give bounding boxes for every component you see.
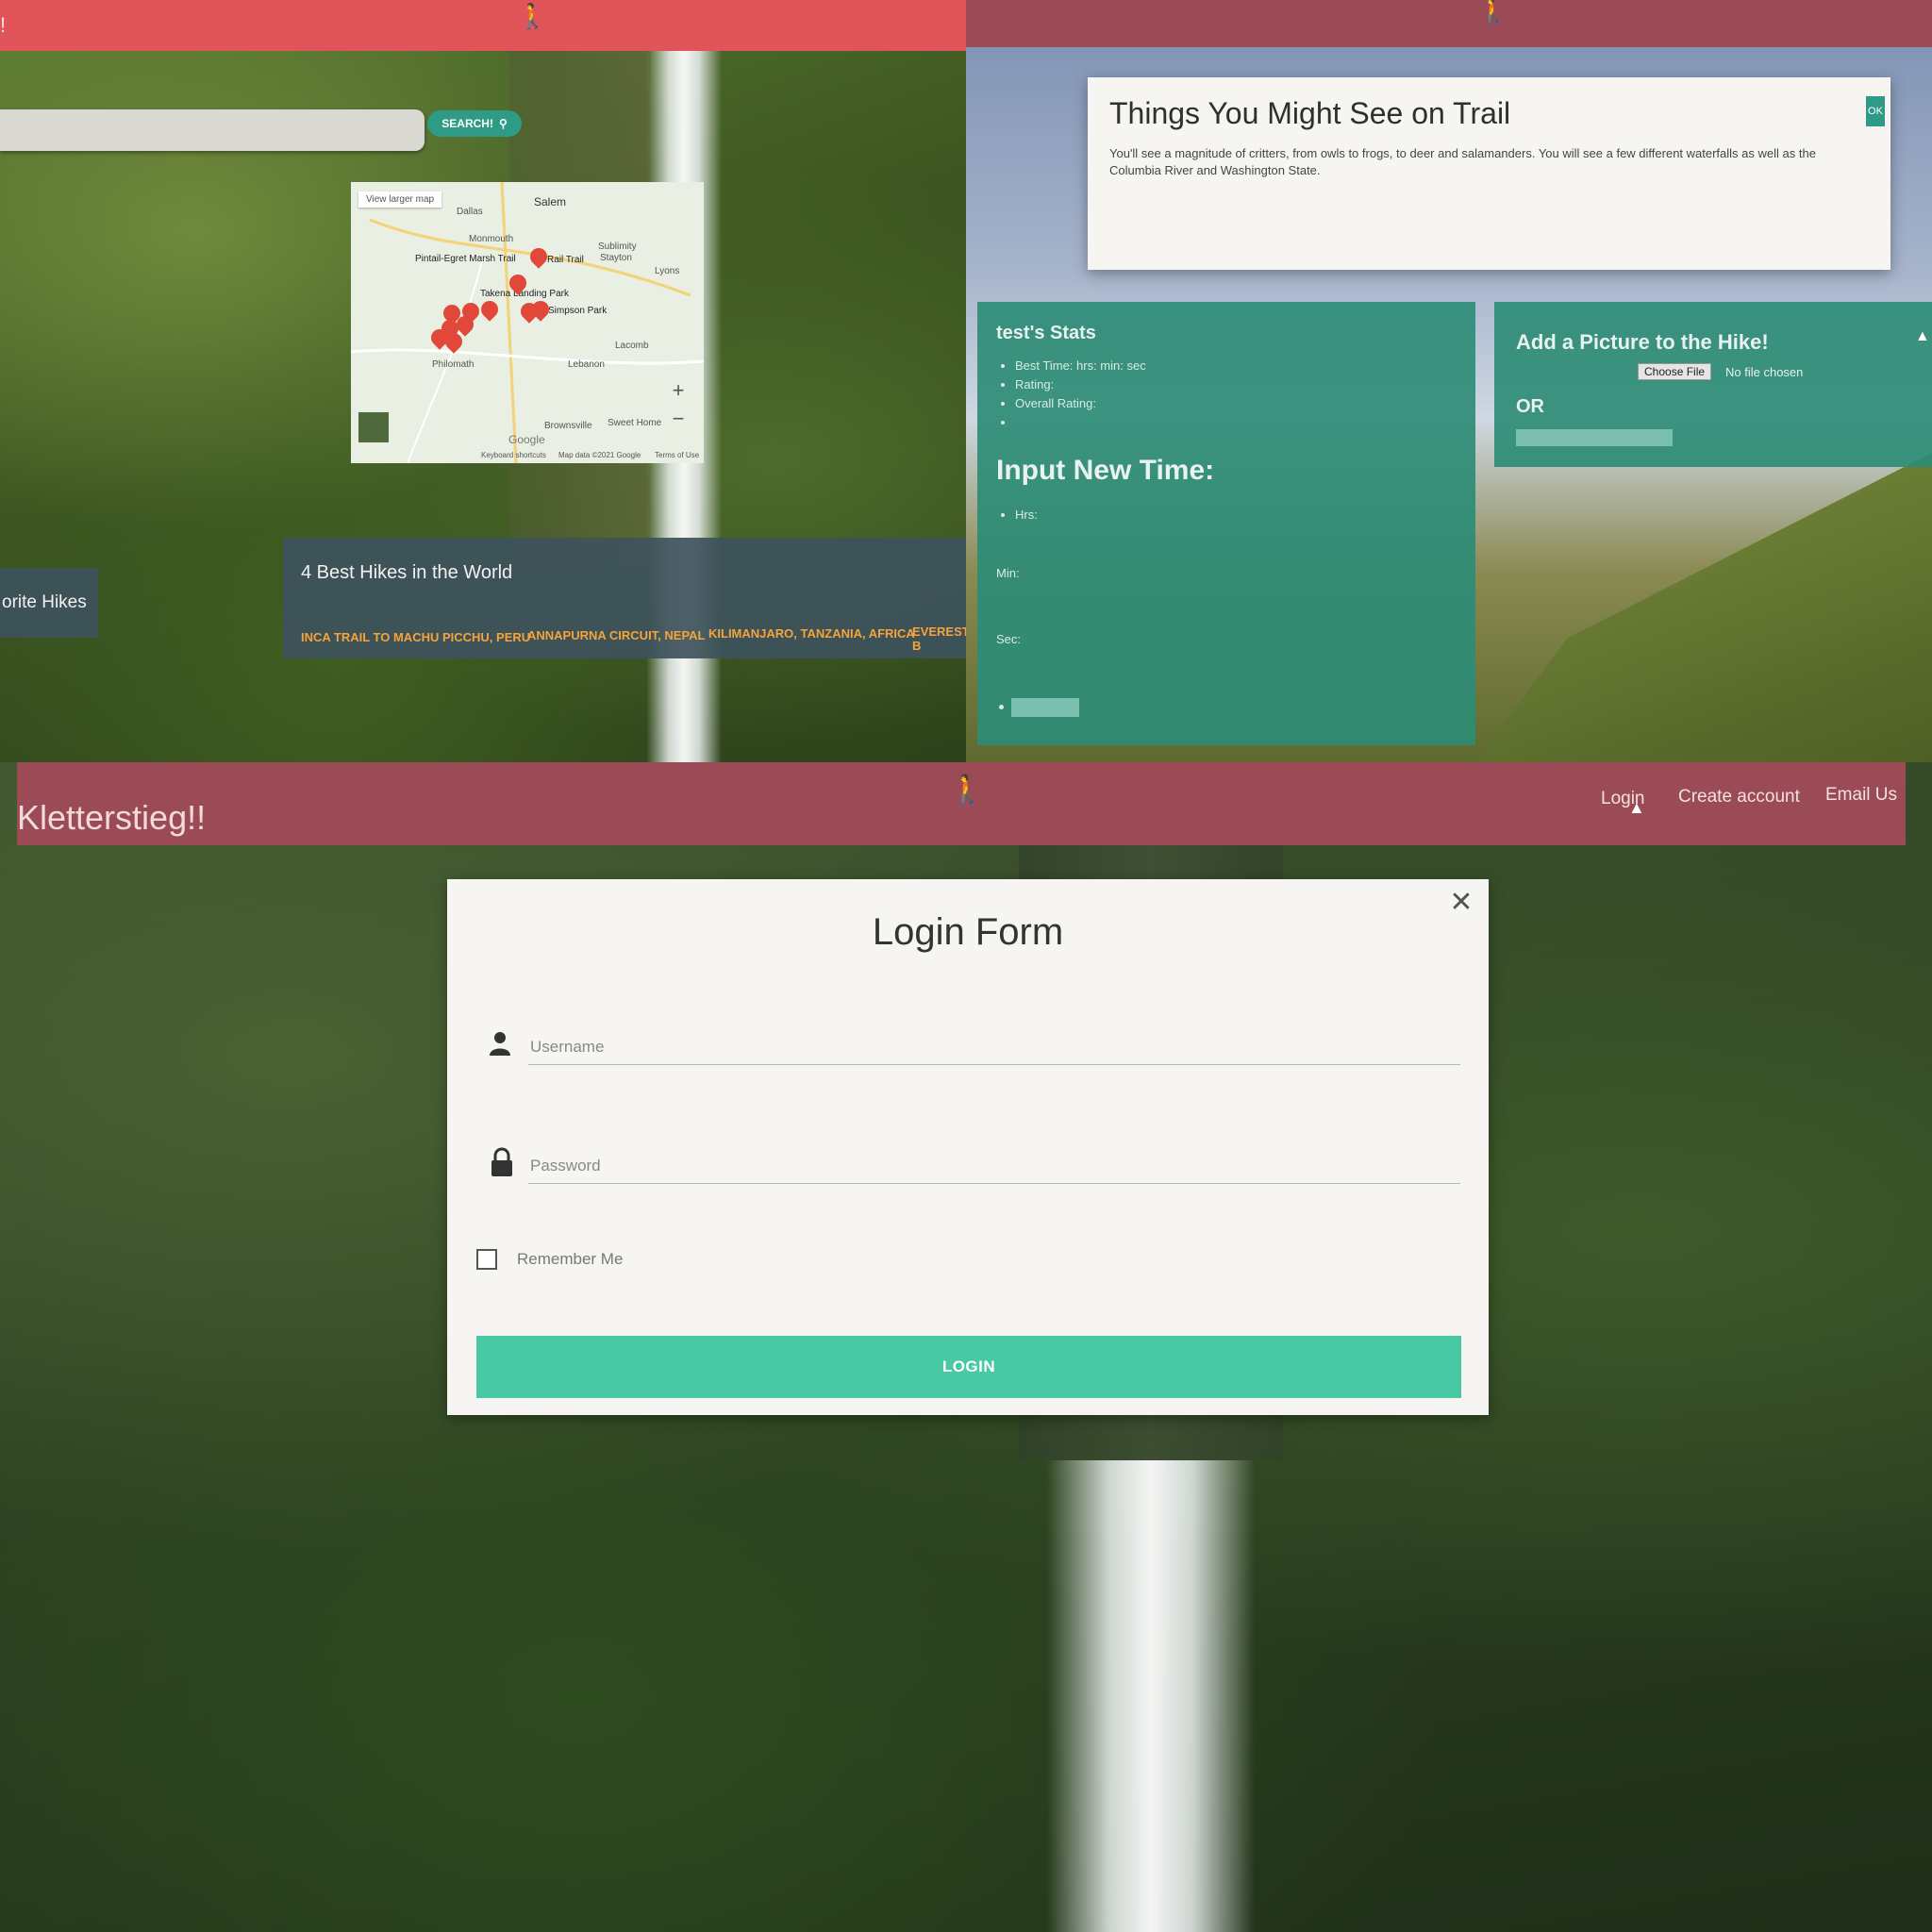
hiker-icon[interactable]: 🚶 — [1477, 0, 1507, 25]
remember-me-label: Remember Me — [517, 1250, 624, 1268]
panel-login: Kletterstieg!! 🚶 Login Create account Em… — [0, 762, 1932, 1932]
lock-icon — [491, 1147, 513, 1177]
brand-title[interactable]: Kletterstieg!! — [17, 798, 206, 838]
input-time-title: Input New Time: — [996, 455, 1215, 486]
map-label: Philomath — [432, 359, 475, 370]
stat-empty — [1015, 413, 1468, 432]
search-input[interactable] — [0, 109, 425, 151]
search-button[interactable]: SEARCH! ⚲ — [427, 110, 522, 137]
search-button-label: SEARCH! — [441, 117, 493, 130]
map-zoom-in[interactable]: + — [667, 380, 690, 403]
view-larger-map[interactable]: View larger map — [358, 192, 442, 208]
remember-me-checkbox[interactable] — [476, 1249, 497, 1270]
google-logo: Google — [508, 433, 545, 446]
stats-panel: test's Stats Best Time: hrs: min: sec Ra… — [977, 302, 1475, 745]
min-label: Min: — [996, 566, 1020, 580]
map-label: Stayton — [600, 253, 632, 263]
favorite-hikes-label: orite Hikes — [2, 592, 87, 612]
top-navbar: Kletterstieg!! 🚶 Login Create account Em… — [17, 762, 1906, 845]
username-input[interactable] — [528, 1030, 1460, 1065]
no-file-label: No file chosen — [1725, 365, 1804, 379]
map-zoom-out[interactable]: − — [667, 408, 690, 431]
map-label: Pintail-Egret Marsh Trail — [415, 254, 516, 264]
image-url-input[interactable] — [1516, 429, 1673, 446]
hiker-icon[interactable]: 🚶 — [517, 2, 547, 31]
add-picture-title: Add a Picture to the Hike! — [1516, 330, 1769, 354]
map-embed[interactable]: View larger map Salem Dallas Monmouth Pi… — [351, 182, 704, 463]
brand-fragment: ! — [0, 13, 7, 37]
top-navbar: ! 🚶 — [0, 0, 966, 51]
password-input[interactable] — [528, 1149, 1460, 1184]
nav-email-us[interactable]: Email Us — [1825, 785, 1897, 806]
waterfall — [1047, 1460, 1255, 1932]
add-picture-panel: Add a Picture to the Hike! Choose File N… — [1494, 302, 1932, 467]
top-navbar: 🚶 — [966, 0, 1932, 47]
hrs-label: Hrs: — [1015, 506, 1038, 525]
login-modal: ✕ Login Form Remember Me LOGIN — [447, 879, 1489, 1415]
map-footer-data: Map data ©2021 Google — [558, 451, 641, 459]
hiker-icon[interactable]: 🚶 — [949, 774, 984, 807]
map-footer-shortcuts[interactable]: Keyboard shortcuts — [481, 451, 546, 459]
stats-list: Best Time: hrs: min: sec Rating: Overall… — [996, 357, 1468, 432]
map-label: Monmouth — [469, 234, 514, 244]
mouse-cursor-icon: ▲ — [1628, 798, 1645, 817]
search-icon: ⚲ — [498, 117, 508, 130]
sec-label: Sec: — [996, 632, 1022, 646]
modal-body: You'll see a magnitude of critters, from… — [1109, 146, 1816, 177]
login-form-title: Login Form — [872, 911, 1064, 953]
map-label: Takena Landing Park — [480, 289, 569, 299]
hike-link-kilimanjaro[interactable]: KILIMANJARO, TANZANIA, AFRICA — [708, 626, 915, 641]
modal-ok-button[interactable]: OK — [1866, 96, 1885, 126]
map-label: Salem — [534, 195, 567, 208]
mouse-cursor-icon: ▲ — [1915, 328, 1930, 344]
favorite-hikes-tab[interactable]: orite Hikes — [0, 568, 98, 638]
map-label: Sweet Home — [608, 418, 662, 428]
map-label: Lacomb — [615, 341, 649, 351]
map-label: Lebanon — [568, 359, 605, 370]
map-label: Lyons — [655, 266, 680, 276]
user-icon — [489, 1030, 511, 1057]
stats-title: test's Stats — [996, 323, 1096, 343]
choose-file-button[interactable]: Choose File — [1638, 363, 1712, 380]
trail-info-modal: Things You Might See on Trail You'll see… — [1088, 77, 1890, 270]
hike-link-annapurna[interactable]: ANNAPURNA CIRCUIT, NEPAL — [527, 628, 706, 642]
map-satellite-thumbnail[interactable] — [358, 412, 389, 442]
stat-rating: Rating: — [1015, 375, 1468, 394]
mountain-slope — [1475, 453, 1932, 762]
nav-create-account[interactable]: Create account — [1678, 787, 1800, 808]
map-footer-terms[interactable]: Terms of Use — [655, 451, 699, 459]
map-label: Rail Trail — [547, 255, 584, 265]
best-hikes-title: 4 Best Hikes in the World — [301, 562, 513, 583]
time-inputs: Hrs: — [996, 506, 1038, 525]
hike-link-everest[interactable]: EVEREST B — [912, 625, 970, 653]
map-label: Sublimity — [598, 242, 637, 252]
or-label: OR — [1516, 396, 1544, 417]
submit-time-button[interactable] — [1011, 698, 1079, 717]
login-button[interactable]: LOGIN — [476, 1336, 1461, 1398]
map-label: Brownsville — [544, 421, 592, 431]
best-hikes-panel: 4 Best Hikes in the World INCA TRAIL TO … — [283, 538, 970, 658]
map-label: Dallas — [457, 207, 483, 217]
panel-search: ! 🚶 SEARCH! ⚲ View larger map Salem Dall… — [0, 0, 970, 762]
bullet — [999, 705, 1004, 709]
stat-overall-rating: Overall Rating: — [1015, 394, 1468, 413]
modal-title: Things You Might See on Trail — [1109, 96, 1511, 130]
map-label: Simpson Park — [548, 306, 608, 316]
hike-link-inca[interactable]: INCA TRAIL TO MACHU PICCHU, PERU — [301, 630, 530, 644]
panel-trail: 🚶 Things You Might See on Trail You'll s… — [966, 0, 1932, 762]
stat-best-time: Best Time: hrs: min: sec — [1015, 357, 1468, 375]
